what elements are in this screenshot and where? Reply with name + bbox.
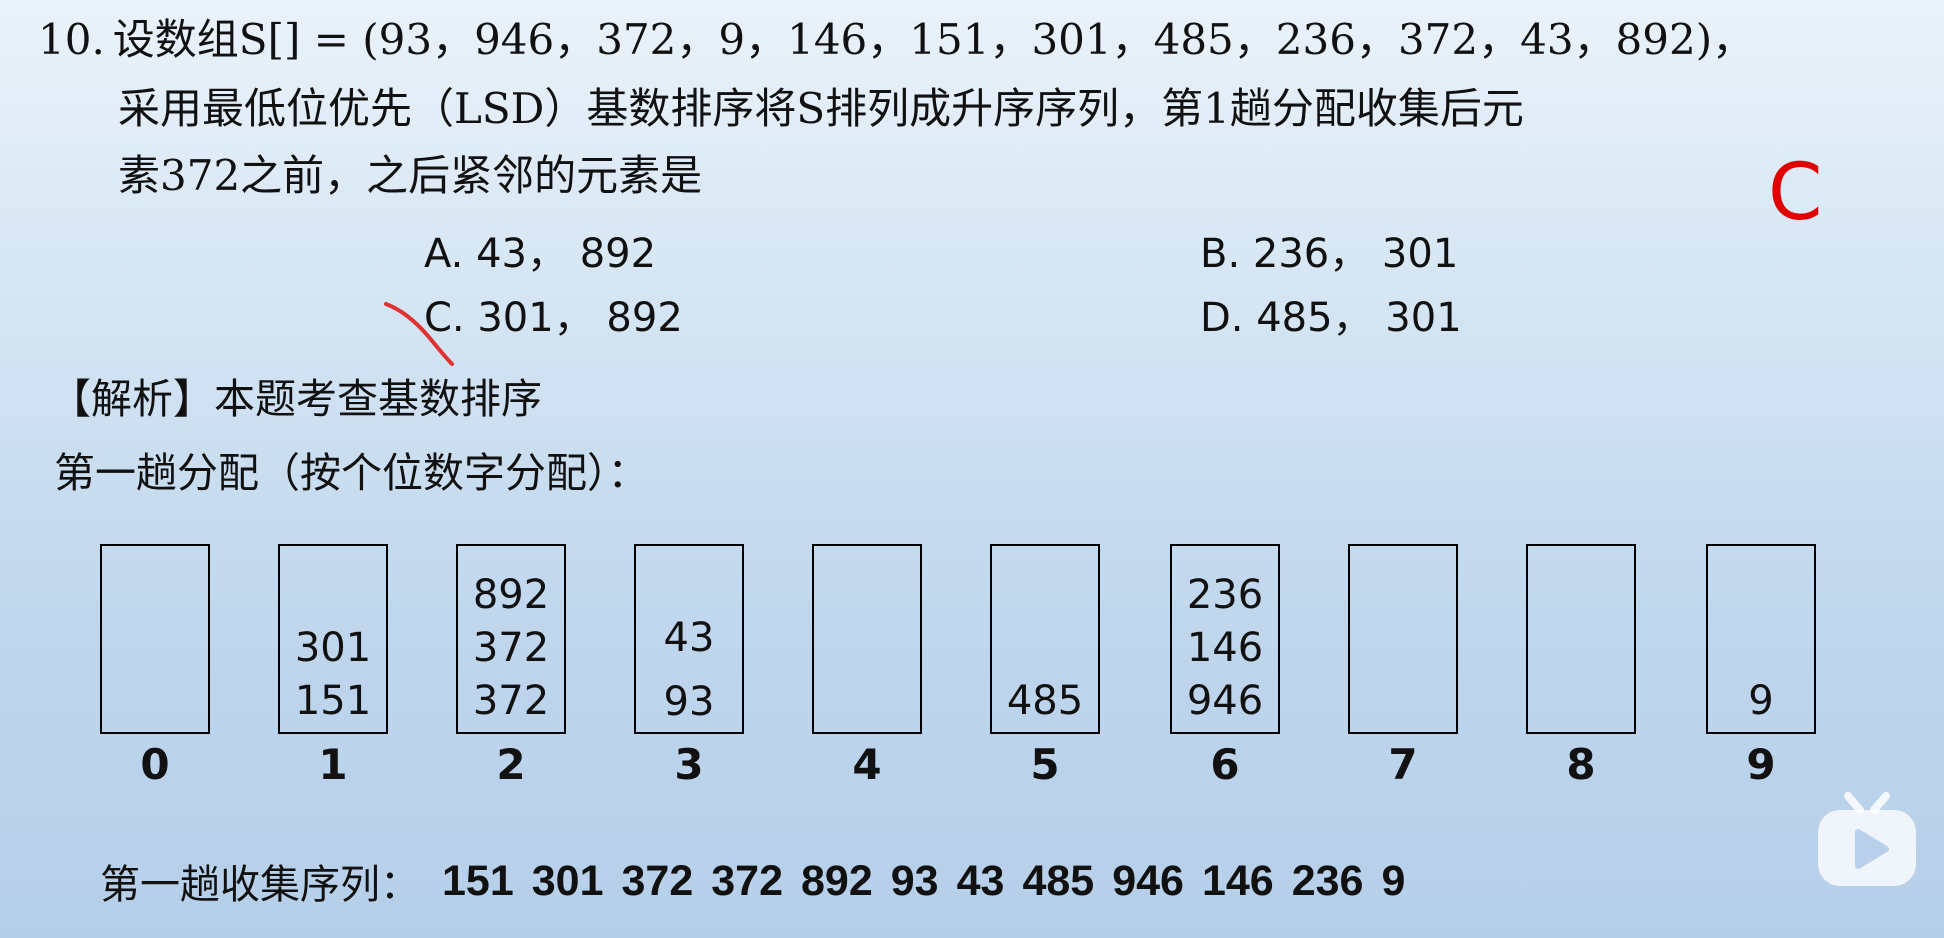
- answer-mark: C: [1768, 148, 1823, 238]
- bucket-value: 301: [294, 625, 372, 671]
- collect-value: 372: [711, 856, 783, 905]
- bucket-index-1: 1: [318, 740, 348, 789]
- bucket-index-7: 7: [1388, 740, 1418, 789]
- bucket-index-0: 0: [140, 740, 170, 789]
- analysis-heading: 【解析】本题考查基数排序: [50, 375, 542, 423]
- bucket-value: 151: [294, 678, 372, 724]
- collect-value: 93: [890, 856, 939, 905]
- collect-value: 236: [1291, 856, 1364, 905]
- bucket-9: 9: [1706, 544, 1816, 734]
- bucket-value: 9: [1748, 678, 1774, 724]
- bucket-index-4: 4: [852, 740, 882, 789]
- bucket-1: 301 151: [278, 544, 388, 734]
- bucket-6: 236 146 946: [1170, 544, 1280, 734]
- collect-sequence: 第一趟收集序列： 151 301 372 372 892 93 43 485 9…: [100, 852, 1423, 910]
- option-b[interactable]: B. 236， 301: [1200, 230, 1458, 278]
- collect-value: 892: [801, 856, 873, 905]
- bucket-value: 43: [663, 615, 715, 661]
- collect-value: 9: [1381, 856, 1406, 905]
- bucket-index-6: 6: [1210, 740, 1240, 789]
- collect-value: 301: [531, 856, 604, 905]
- bucket-index-5: 5: [1030, 740, 1060, 789]
- bucket-2: 892 372 372: [456, 544, 566, 734]
- play-icon[interactable]: [1812, 788, 1922, 892]
- bucket-index-2: 2: [496, 740, 526, 789]
- collect-value: 372: [621, 856, 694, 905]
- collect-value: 151: [442, 856, 514, 905]
- bucket-value: 485: [1006, 678, 1084, 724]
- bucket-value: 372: [472, 625, 550, 671]
- bucket-value: 946: [1186, 678, 1264, 724]
- bucket-value: 146: [1186, 625, 1264, 671]
- check-mark-icon: [384, 302, 454, 366]
- bucket-items: 43 93: [636, 606, 742, 734]
- question-number: 10.: [38, 15, 105, 64]
- option-a[interactable]: A. 43， 892: [424, 230, 656, 278]
- bucket-3: 43 93: [634, 544, 744, 734]
- bucket-items: 892 372 372: [458, 569, 564, 728]
- bucket-8: [1526, 544, 1636, 734]
- bucket-0: [100, 544, 210, 734]
- collect-label: 第一趟收集序列：: [100, 862, 420, 908]
- option-d[interactable]: D. 485， 301: [1200, 294, 1462, 342]
- bucket-items: 301 151: [280, 622, 386, 728]
- collect-value: 946: [1112, 856, 1184, 905]
- bucket-value: 892: [472, 572, 550, 618]
- collect-value: 146: [1201, 856, 1274, 905]
- bucket-value: 236: [1186, 572, 1264, 618]
- bucket-items: 9: [1708, 675, 1814, 728]
- question-text-1: 设数组S[] = (93，946，372，9，146，151，301，485，2…: [112, 15, 1755, 64]
- bucket-index-9: 9: [1746, 740, 1776, 789]
- bucket-index-8: 8: [1566, 740, 1596, 789]
- pass1-title: 第一趟分配（按个位数字分配）：: [54, 449, 649, 497]
- question-line-3: 素372之前，之后紧邻的元素是: [118, 151, 703, 200]
- bucket-items: 485: [992, 675, 1098, 728]
- bucket-value: 372: [472, 678, 550, 724]
- bucket-7: [1348, 544, 1458, 734]
- bucket-items: 236 146 946: [1172, 569, 1278, 728]
- question-line-2: 采用最低位优先（LSD）基数排序将S排列成升序序列，第1趟分配收集后元: [118, 84, 1524, 133]
- collect-value: 485: [1022, 856, 1095, 905]
- question-line-1: 10. 设数组S[] = (93，946，372，9，146，151，301，48…: [38, 14, 1754, 66]
- bucket-value: 93: [663, 679, 715, 725]
- collect-value: 43: [956, 856, 1005, 905]
- bucket-index-3: 3: [674, 740, 704, 789]
- bucket-4: [812, 544, 922, 734]
- bucket-5: 485: [990, 544, 1100, 734]
